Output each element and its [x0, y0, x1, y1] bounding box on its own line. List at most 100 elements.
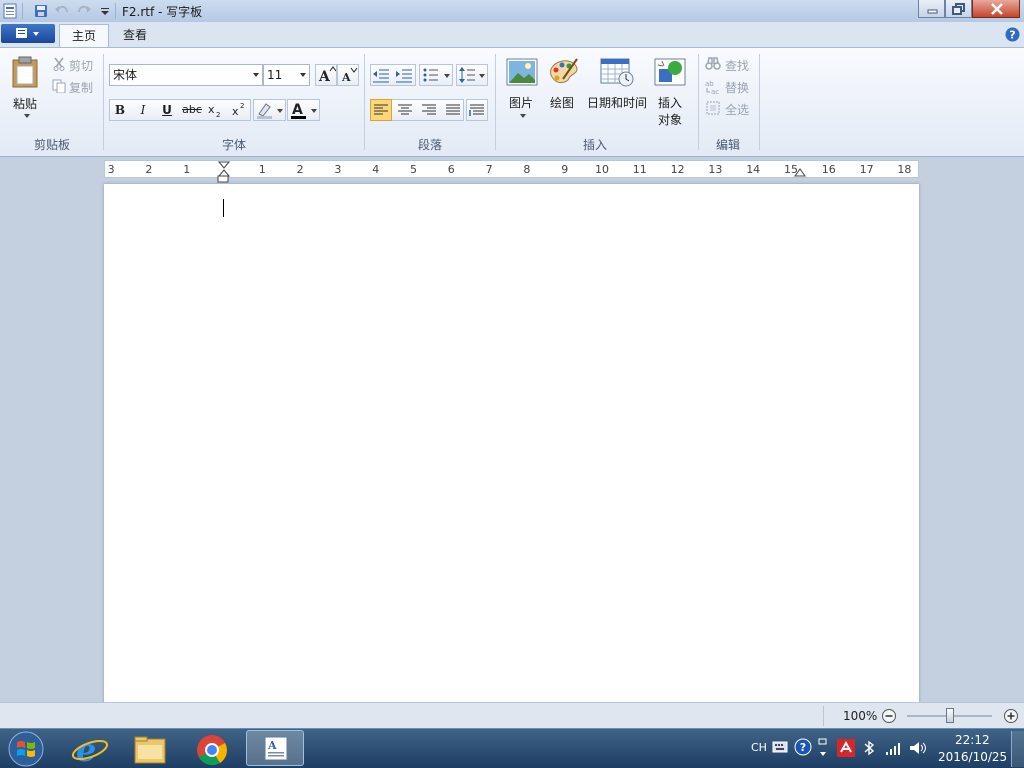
bold-button[interactable]: B — [109, 99, 131, 121]
ruler-label: 13 — [708, 163, 723, 176]
copy-button[interactable]: 复制 — [52, 78, 98, 96]
tab-view[interactable]: 查看 — [111, 24, 159, 47]
align-center-icon — [398, 104, 412, 115]
ribbon-tab-row: 主页 查看 ? — [0, 22, 1024, 48]
keyboard-icon[interactable] — [772, 740, 788, 754]
clock-time[interactable]: 22:12 — [955, 733, 990, 747]
line-spacing-button[interactable] — [456, 64, 488, 86]
copy-icon — [52, 79, 66, 93]
line-spacing-icon — [459, 67, 485, 83]
subscript-button[interactable]: x2 — [204, 99, 226, 121]
customize-quick-access-icon[interactable] — [97, 3, 113, 19]
font-color-button[interactable]: A — [287, 99, 320, 121]
increase-indent-button[interactable] — [393, 64, 415, 86]
palette-icon — [550, 58, 578, 83]
replace-button[interactable]: ab ac 替换 — [705, 78, 753, 96]
copy-label: 复制 — [69, 81, 94, 95]
security-app-icon[interactable] — [837, 739, 855, 757]
bluetooth-icon[interactable] — [863, 740, 875, 756]
wordpad-taskbar-icon: A — [264, 736, 288, 761]
file-explorer-icon[interactable] — [123, 731, 179, 767]
zoom-level: 100% — [843, 709, 878, 723]
internet-explorer-icon[interactable]: e — [62, 731, 118, 767]
bullet-list-button[interactable] — [419, 64, 453, 86]
tab-home[interactable]: 主页 — [59, 24, 110, 48]
decrease-indent-button[interactable] — [370, 64, 392, 86]
undo-icon[interactable] — [54, 3, 70, 19]
redo-icon[interactable] — [76, 3, 92, 19]
paragraph-button[interactable] — [466, 99, 488, 121]
binoculars-icon — [705, 57, 721, 70]
group-separator — [759, 54, 760, 150]
zoom-in-icon[interactable] — [1003, 708, 1019, 724]
align-center-button[interactable] — [394, 99, 416, 121]
date-time-button[interactable]: 日期和时间 — [585, 54, 649, 114]
cut-label: 剪切 — [69, 59, 94, 73]
select-all-button[interactable]: 全选 — [705, 100, 753, 118]
svg-text:2: 2 — [216, 111, 220, 119]
start-button-icon[interactable] — [6, 730, 46, 768]
chrome-icon[interactable] — [184, 731, 240, 767]
taskbar-wordpad-button[interactable]: A — [246, 730, 304, 766]
ribbon: 粘贴 剪切 复制 剪贴板 宋体 11 A A B I U abc x2 x2 A… — [0, 47, 1024, 157]
zoom-slider-thumb[interactable] — [946, 708, 954, 723]
find-button[interactable]: 查找 — [705, 56, 753, 74]
superscript-button[interactable]: x2 — [228, 99, 250, 121]
font-size-select[interactable]: 11 — [263, 64, 310, 86]
paste-label: 粘贴 — [13, 97, 38, 111]
increase-indent-icon — [396, 69, 412, 83]
insert-picture-label: 图片 — [509, 96, 534, 110]
highlight-color-button[interactable] — [253, 99, 286, 121]
minimize-button[interactable] — [918, 0, 945, 18]
paint-drawing-button[interactable]: 绘图 — [545, 54, 583, 114]
shrink-font-button[interactable]: A — [337, 64, 359, 86]
font-family-value: 宋体 — [113, 68, 138, 82]
zoom-out-icon[interactable] — [881, 708, 897, 724]
application-menu-button[interactable] — [1, 24, 55, 43]
show-desktop-button[interactable] — [1011, 731, 1024, 767]
show-hidden-icons-icon[interactable] — [817, 737, 829, 759]
ruler-label: 18 — [897, 163, 912, 176]
ruler-label: 14 — [746, 163, 761, 176]
calendar-clock-icon — [600, 58, 634, 87]
paste-button[interactable]: 粘贴 — [4, 52, 44, 130]
italic-button[interactable]: I — [132, 99, 154, 121]
align-right-icon — [422, 104, 436, 115]
align-right-button[interactable] — [418, 99, 440, 121]
svg-text:ab: ab — [705, 80, 714, 88]
wordpad-app-icon[interactable] — [2, 3, 18, 19]
restore-button[interactable] — [945, 0, 972, 18]
window-title: F2.rtf - 写字板 — [122, 5, 203, 19]
svg-text:e: e — [76, 731, 96, 767]
strikethrough-button[interactable]: abc — [180, 99, 204, 121]
ruler-label: 3 — [107, 163, 115, 176]
network-signal-icon[interactable] — [885, 740, 903, 756]
align-left-button[interactable] — [370, 99, 392, 121]
underline-button[interactable]: U — [156, 99, 178, 121]
grow-font-button[interactable]: A — [315, 64, 337, 86]
svg-text:?: ? — [800, 741, 806, 754]
svg-text:x: x — [208, 103, 215, 116]
ruler-label: 3 — [334, 163, 342, 176]
clock-date[interactable]: 2016/10/25 — [938, 750, 1007, 764]
insert-object-button[interactable]: 插入 对象 — [651, 54, 689, 130]
group-label-font: 字体 — [221, 138, 246, 152]
picture-icon — [506, 58, 538, 86]
hanging-indent-marker-icon[interactable] — [217, 175, 229, 183]
font-family-select[interactable]: 宋体 — [109, 64, 263, 86]
save-icon[interactable] — [33, 3, 49, 19]
paragraph-icon — [469, 104, 484, 116]
document-page[interactable] — [104, 184, 919, 704]
justify-button[interactable] — [442, 99, 464, 121]
right-indent-marker-icon[interactable] — [794, 167, 806, 177]
help-tray-icon[interactable]: ? — [794, 738, 812, 756]
close-button[interactable] — [972, 0, 1020, 18]
input-language[interactable]: CH — [751, 741, 767, 754]
cut-button[interactable]: 剪切 — [52, 56, 98, 74]
volume-icon[interactable] — [909, 740, 927, 756]
status-bar: 100% — [0, 702, 1024, 728]
insert-picture-button[interactable]: 图片 — [503, 54, 541, 128]
insert-object-icon — [654, 58, 686, 86]
help-icon[interactable]: ? — [1005, 27, 1020, 42]
ruler-label: 5 — [410, 163, 417, 176]
